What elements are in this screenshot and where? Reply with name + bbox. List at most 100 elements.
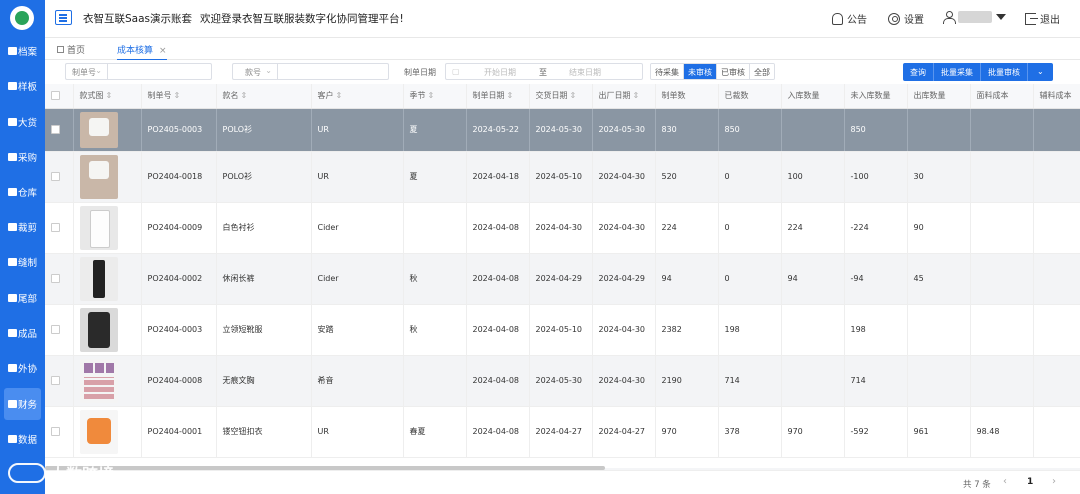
table-cell <box>403 355 467 407</box>
cost-table: 款式图 ⇕ 制单号 ⇕ 款名 ⇕ 客户 ⇕ 季节 ⇕ 制单日期 ⇕ 交货日期 ⇕ 出厂日期 ⇕ … <box>45 84 1080 468</box>
table-cell: 安踏 <box>311 304 404 356</box>
style-no-select[interactable]: 款号 ⌄ <box>232 63 277 80</box>
order-no-select[interactable]: 制单号 ⌄ <box>65 63 107 80</box>
table-cell: POLO衫 <box>216 108 312 152</box>
table-row[interactable]: PO2404-0009 白色衬衫 Cider 2024-04-08 2024-04-30… <box>45 202 1080 254</box>
welcome-text: 欢迎登录衣智互联服装数字化协同管理平台! <box>200 13 404 25</box>
sidebar-item-pattern[interactable]: 样板 <box>0 70 45 102</box>
style-image[interactable] <box>73 202 142 254</box>
col-header[interactable]: 交货日期 ⇕ <box>529 84 593 109</box>
tab-home[interactable]: 首页 <box>57 43 85 56</box>
order-no-input[interactable] <box>107 63 212 80</box>
next-page-icon[interactable]: › <box>1052 476 1056 487</box>
style-image[interactable] <box>73 151 142 203</box>
table-cell <box>1033 108 1080 152</box>
col-header[interactable]: 客户 ⇕ <box>311 84 404 109</box>
table-cell: 2024-04-29 <box>529 253 593 305</box>
sidebar-item-bulk[interactable]: 大货 <box>0 106 45 138</box>
table-row[interactable]: PO2405-0003 POLO衫 UR 夏 2024-05-22 2024-05-30 2… <box>45 108 1080 152</box>
sidebar-item-warehouse[interactable]: 仓库 <box>0 176 45 208</box>
table-cell: 198 <box>718 304 782 356</box>
style-no-input[interactable] <box>277 63 389 80</box>
row-checkbox[interactable] <box>45 304 74 356</box>
bell-icon <box>832 12 843 25</box>
table-cell <box>1033 151 1080 203</box>
sidebar-item-archive[interactable]: 档案 <box>0 35 45 67</box>
table-row[interactable]: PO2404-0008 无痕文胸 希音 2024-04-08 2024-05-30 202… <box>45 355 1080 407</box>
table-cell: -100 <box>844 151 908 203</box>
table-cell: 2024-04-30 <box>529 202 593 254</box>
col-header[interactable]: 季节 ⇕ <box>403 84 467 109</box>
sidebar-item-cut[interactable]: 裁剪 <box>0 211 45 243</box>
close-icon[interactable]: × <box>159 46 167 56</box>
style-image[interactable] <box>73 253 142 305</box>
announcement-button[interactable]: 公告 <box>832 11 867 26</box>
user-name-redacted <box>958 11 992 23</box>
app-logo[interactable] <box>10 6 34 30</box>
col-header[interactable]: 出厂日期 ⇕ <box>592 84 656 109</box>
sort-icon: ⇕ <box>506 91 514 101</box>
table-cell: 2024-04-27 <box>592 406 656 458</box>
watermark-logo-icon <box>8 463 46 483</box>
status-pending-collect[interactable]: 待采集 <box>651 64 684 79</box>
row-checkbox[interactable] <box>45 108 74 152</box>
cut-icon <box>7 223 17 231</box>
table-cell: 100 <box>781 151 845 203</box>
product-icon <box>7 329 17 337</box>
table-cell: PO2404-0002 <box>141 253 217 305</box>
row-checkbox[interactable] <box>45 202 74 254</box>
col-header[interactable]: 制单号 ⇕ <box>141 84 217 109</box>
style-image[interactable] <box>73 304 142 356</box>
status-all[interactable]: 全部 <box>750 64 774 79</box>
date-range-picker[interactable]: ▢ 开始日期 至 结束日期 <box>445 63 643 80</box>
current-page[interactable]: 1 <box>1027 477 1033 487</box>
sidebar-item-finish[interactable]: 尾部 <box>0 282 45 314</box>
status-unaudited[interactable]: 未审核 <box>684 64 717 79</box>
batch-collect-button[interactable]: 批量采集 <box>934 63 981 81</box>
col-header[interactable]: 制单日期 ⇕ <box>466 84 530 109</box>
table-cell: 2024-05-22 <box>466 108 530 152</box>
batch-audit-button[interactable]: 批量审核 <box>981 63 1028 81</box>
row-checkbox[interactable] <box>45 406 74 458</box>
settings-button[interactable]: 设置 <box>888 11 924 26</box>
table-cell: 2024-04-08 <box>466 406 530 458</box>
more-actions-dropdown[interactable]: ⌄ <box>1028 63 1053 81</box>
prev-page-icon[interactable]: ‹ <box>1003 476 1007 487</box>
table-row[interactable]: PO2404-0003 立领短靴服 安踏秋 2024-04-08 2024-05-10 2… <box>45 304 1080 356</box>
sidebar-item-outsource[interactable]: 外协 <box>0 352 45 384</box>
row-checkbox[interactable] <box>45 253 74 305</box>
style-image[interactable] <box>73 406 142 458</box>
query-button[interactable]: 查询 <box>903 63 934 81</box>
table-cell: 夏 <box>403 151 467 203</box>
tab-cost-accounting[interactable]: 成本核算 × <box>117 43 167 61</box>
col-header[interactable]: 款名 ⇕ <box>216 84 312 109</box>
menu-toggle-icon[interactable] <box>55 10 72 25</box>
sidebar-item-data[interactable]: 数据 <box>0 423 45 455</box>
table-row[interactable]: PO2404-0002 休闲长裤 Cider 秋 2024-04-08 2024-04-2… <box>45 253 1080 305</box>
table-cell <box>907 108 971 152</box>
archive-icon <box>7 47 17 55</box>
table-cell: 378 <box>718 406 782 458</box>
style-image[interactable] <box>73 108 142 152</box>
style-image[interactable] <box>73 355 142 407</box>
table-row[interactable]: PO2404-0001 镂空钮扣衣 UR 春夏 2024-04-08 2024-04-27… <box>45 406 1080 458</box>
sidebar-item-product[interactable]: 成品 <box>0 317 45 349</box>
table-row[interactable]: PO2404-0018 POLO衫 UR 夏 2024-04-18 2024-05-10 2… <box>45 151 1080 203</box>
sidebar-item-purchase[interactable]: 采购 <box>0 141 45 173</box>
table-cell: UR <box>311 151 404 203</box>
logout-button[interactable]: 退出 <box>1025 11 1060 26</box>
garment-thumbnail <box>79 256 118 301</box>
watermark: 大数跨境 <box>8 461 114 485</box>
row-checkbox[interactable] <box>45 151 74 203</box>
select-all-checkbox[interactable] <box>45 84 74 109</box>
status-audited[interactable]: 已审核 <box>717 64 750 79</box>
sidebar-item-sew[interactable]: 缝制 <box>0 246 45 278</box>
user-menu[interactable] <box>943 11 1006 24</box>
row-checkbox[interactable] <box>45 355 74 407</box>
table-cell: 961 <box>907 406 971 458</box>
col-header[interactable]: 款式图 ⇕ <box>73 84 142 109</box>
table-cell <box>403 202 467 254</box>
cart-icon <box>7 153 17 161</box>
table-cell: PO2404-0009 <box>141 202 217 254</box>
sidebar-item-finance[interactable]: 财务 <box>4 388 41 420</box>
